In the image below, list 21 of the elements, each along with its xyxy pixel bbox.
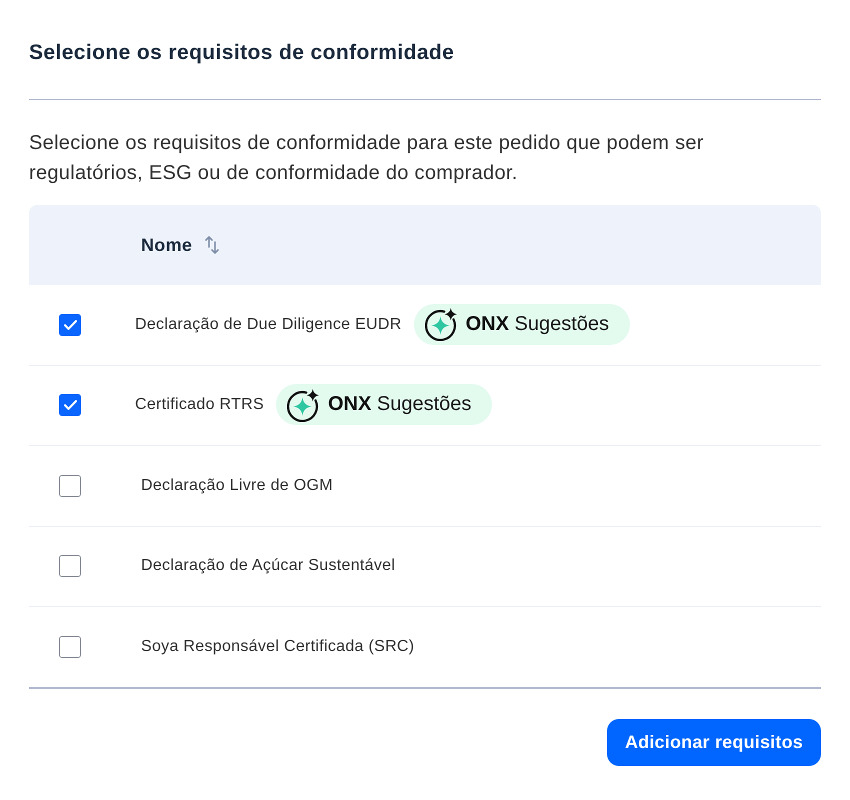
sparkle-icon: [424, 307, 458, 341]
requirement-name: Soya Responsável Certificada (SRC): [141, 638, 414, 656]
checkmark-icon: [64, 320, 76, 330]
requirement-name: Certificado RTRS: [135, 396, 264, 414]
checkbox[interactable]: [59, 314, 81, 336]
checkbox[interactable]: [59, 636, 81, 658]
requirement-name: Declaração de Due Diligence EUDR: [135, 316, 402, 334]
checkmark-icon: [64, 400, 76, 410]
description-text: Selecione os requisitos de conformidade para este pedido que podem ser regulatórios, ESG ou de conformidade do comprador.: [29, 131, 705, 186]
sparkle-icon: [287, 388, 320, 422]
suggestion-label: ONX Sugestões: [466, 312, 610, 336]
requirement-name: Declaração de Açúcar Sustentável: [141, 557, 396, 576]
checkbox[interactable]: [59, 474, 81, 497]
column-header: Nome: [141, 234, 192, 256]
sort-icon[interactable]: [204, 235, 220, 255]
suggestion-label: ONX Sugestões: [328, 393, 472, 416]
checkbox[interactable]: [59, 555, 81, 578]
add-requirements-button[interactable]: Adicionar requisitos: [606, 718, 821, 766]
dialog-title: Selecione os requisitos de conformidade: [29, 40, 456, 66]
checkbox[interactable]: [59, 394, 81, 416]
requirement-name: Declaração Livre de OGM: [141, 476, 333, 495]
